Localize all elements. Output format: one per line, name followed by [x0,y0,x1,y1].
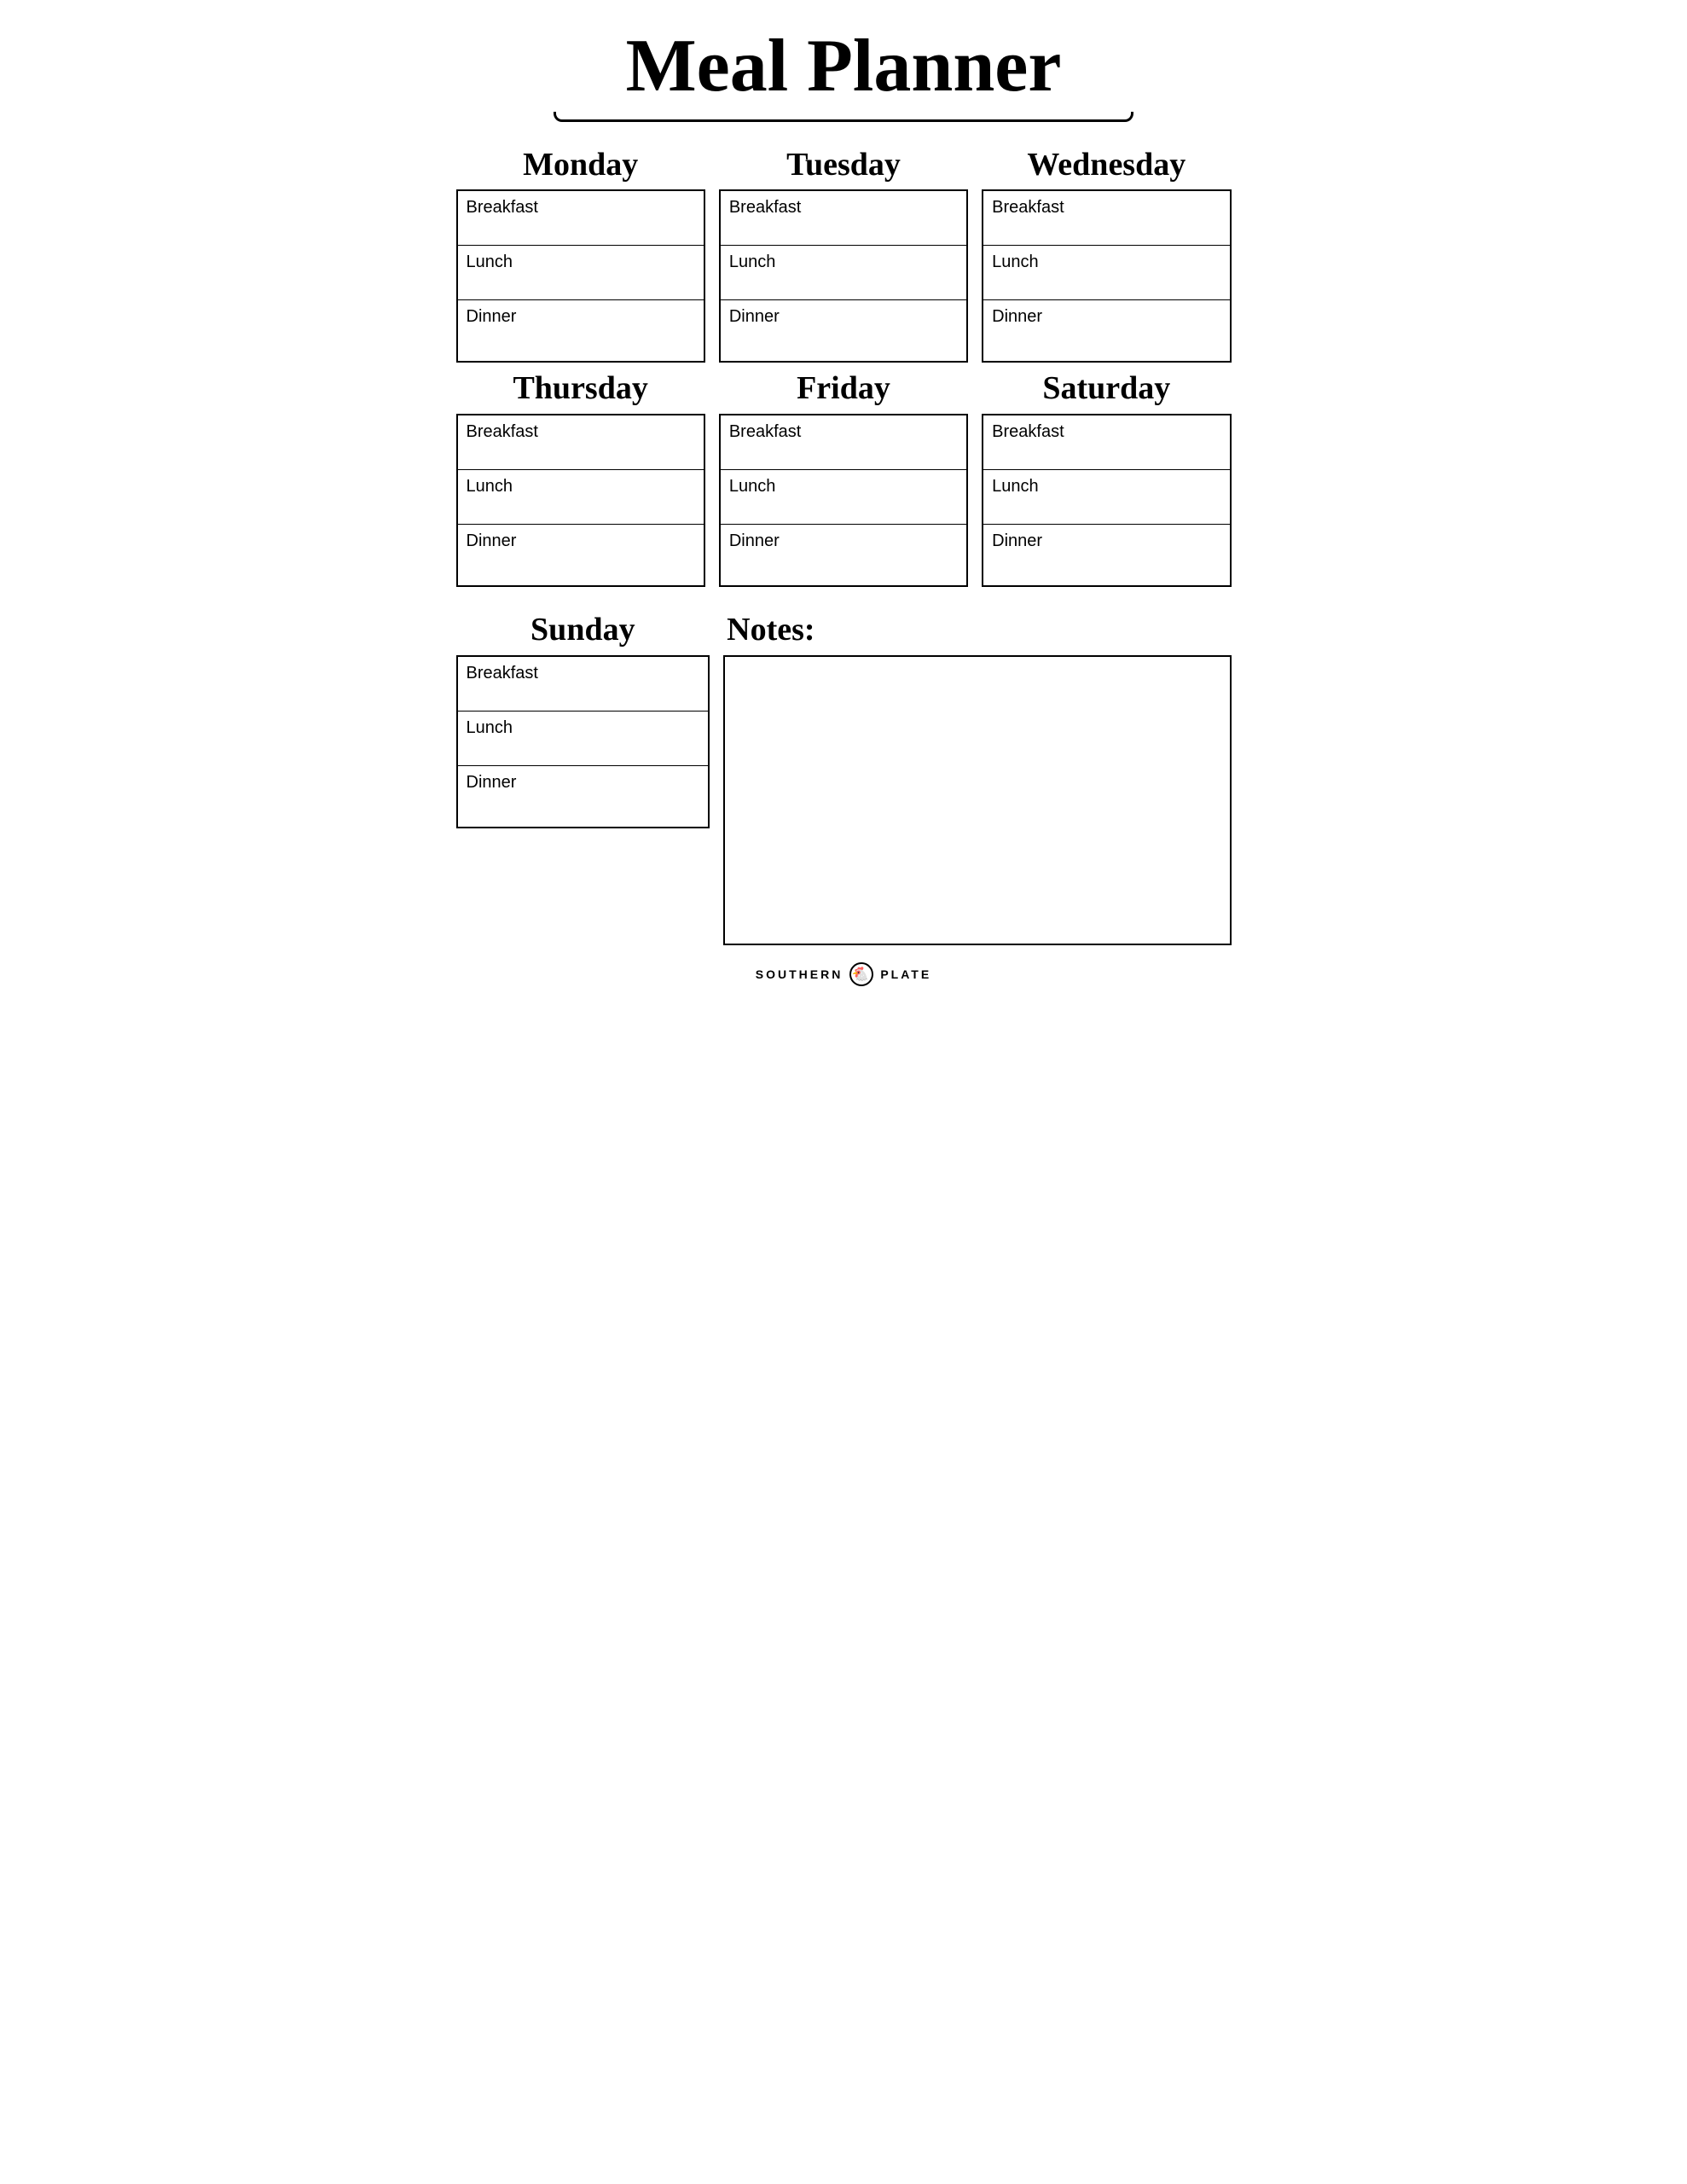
day-sunday: Sunday Breakfast Lunch Dinner [456,611,710,945]
meal-box-tuesday: Breakfast Lunch Dinner [719,189,968,363]
day-wednesday: Wednesday Breakfast Lunch Dinner [982,146,1231,363]
footer-brand2: PLATE [880,967,931,981]
breakfast-sunday[interactable]: Breakfast [458,657,709,712]
breakfast-tuesday[interactable]: Breakfast [721,191,966,246]
lunch-monday[interactable]: Lunch [458,246,704,300]
days-grid: Monday Breakfast Lunch Dinner Tuesday Br… [456,146,1232,594]
dinner-saturday[interactable]: Dinner [983,525,1229,585]
lunch-wednesday[interactable]: Lunch [983,246,1229,300]
breakfast-wednesday[interactable]: Breakfast [983,191,1229,246]
day-label-tuesday: Tuesday [719,146,968,185]
meal-box-saturday: Breakfast Lunch Dinner [982,414,1231,587]
day-thursday: Thursday Breakfast Lunch Dinner [456,369,705,587]
meal-box-friday: Breakfast Lunch Dinner [719,414,968,587]
footer-logo-icon: 🐔 [849,962,873,986]
dinner-tuesday[interactable]: Dinner [721,300,966,361]
day-friday: Friday Breakfast Lunch Dinner [719,369,968,587]
title-underline [554,112,1133,122]
day-label-monday: Monday [456,146,705,185]
breakfast-friday[interactable]: Breakfast [721,415,966,470]
footer-brand: SOUTHERN [756,967,844,981]
page-title: Meal Planner [456,26,1232,108]
lunch-saturday[interactable]: Lunch [983,470,1229,525]
bottom-section: Sunday Breakfast Lunch Dinner Notes: [456,611,1232,945]
breakfast-saturday[interactable]: Breakfast [983,415,1229,470]
dinner-monday[interactable]: Dinner [458,300,704,361]
breakfast-thursday[interactable]: Breakfast [458,415,704,470]
footer: SOUTHERN 🐔 PLATE [456,962,1232,986]
dinner-friday[interactable]: Dinner [721,525,966,585]
meal-box-wednesday: Breakfast Lunch Dinner [982,189,1231,363]
day-label-saturday: Saturday [982,369,1231,409]
day-label-thursday: Thursday [456,369,705,409]
lunch-tuesday[interactable]: Lunch [721,246,966,300]
meal-box-thursday: Breakfast Lunch Dinner [456,414,705,587]
day-label-wednesday: Wednesday [982,146,1231,185]
meal-box-sunday: Breakfast Lunch Dinner [456,655,710,828]
meal-box-monday: Breakfast Lunch Dinner [456,189,705,363]
day-saturday: Saturday Breakfast Lunch Dinner [982,369,1231,587]
breakfast-monday[interactable]: Breakfast [458,191,704,246]
notes-box[interactable] [723,655,1231,945]
day-monday: Monday Breakfast Lunch Dinner [456,146,705,363]
dinner-wednesday[interactable]: Dinner [983,300,1229,361]
notes-label: Notes: [723,611,1231,650]
day-label-friday: Friday [719,369,968,409]
dinner-sunday[interactable]: Dinner [458,766,709,827]
day-label-sunday: Sunday [456,611,710,650]
notes-section: Notes: [723,611,1231,945]
dinner-thursday[interactable]: Dinner [458,525,704,585]
lunch-sunday[interactable]: Lunch [458,712,709,766]
day-tuesday: Tuesday Breakfast Lunch Dinner [719,146,968,363]
lunch-thursday[interactable]: Lunch [458,470,704,525]
lunch-friday[interactable]: Lunch [721,470,966,525]
